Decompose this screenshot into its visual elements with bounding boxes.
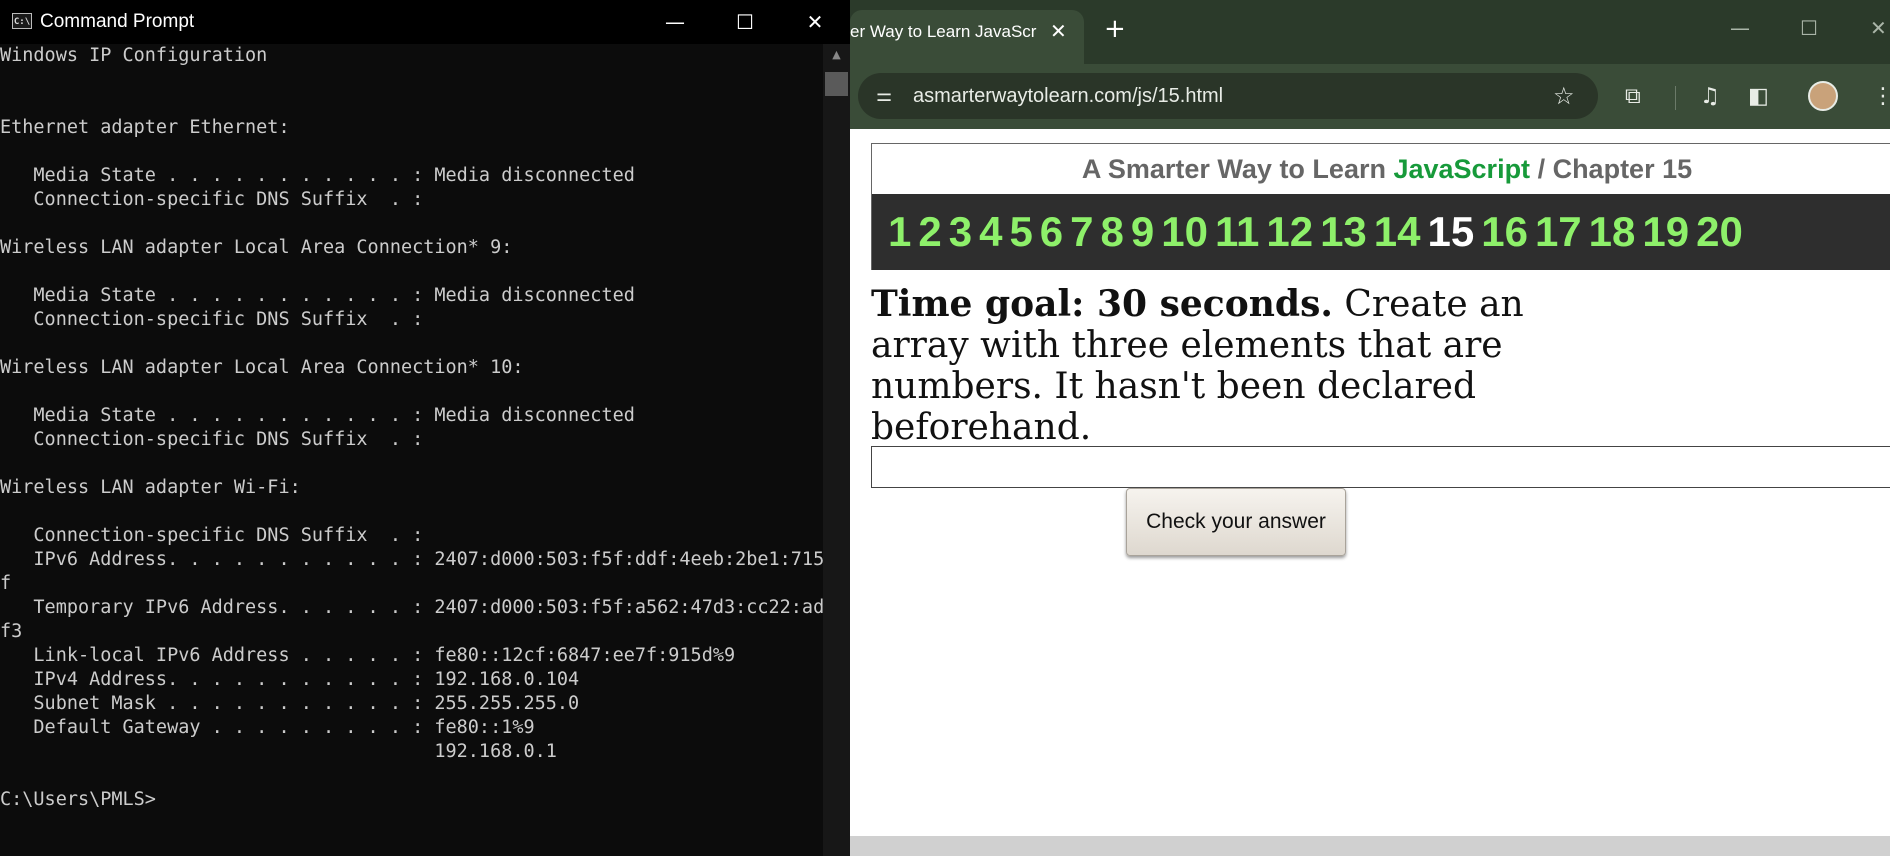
chapter-link-17[interactable]: 17 — [1535, 194, 1582, 270]
chrome-close-button[interactable]: ✕ — [1870, 16, 1887, 40]
cmd-line: IPv4 Address. . . . . . . . . . . : 192.… — [0, 669, 580, 690]
cmd-window-title: Command Prompt — [40, 11, 195, 32]
cmd-line: Windows IP Configuration — [0, 45, 268, 66]
chapter-link-12[interactable]: 12 — [1266, 194, 1313, 270]
cmd-line — [0, 764, 820, 788]
new-tab-button[interactable]: + — [1104, 14, 1126, 44]
cmd-line: Temporary IPv6 Address. . . . . . : 2407… — [0, 597, 825, 618]
side-panel-icon[interactable]: ◧ — [1748, 84, 1769, 109]
chapter-link-13[interactable]: 13 — [1320, 194, 1367, 270]
cmd-line: Link-local IPv6 Address . . . . . : fe80… — [0, 645, 736, 666]
cmd-scrollbar[interactable]: ▲ — [823, 44, 850, 856]
check-answer-button[interactable]: Check your answer — [1126, 488, 1346, 556]
profile-avatar[interactable] — [1808, 81, 1838, 111]
chapter-link-8[interactable]: 8 — [1101, 194, 1124, 270]
cmd-line — [0, 380, 820, 404]
tab-strip: er Way to Learn JavaScr ✕ + — ☐ ✕ — [850, 0, 1890, 64]
answer-input[interactable] — [871, 446, 1890, 488]
chapter-link-14[interactable]: 14 — [1374, 194, 1421, 270]
page-header: A Smarter Way to Learn JavaScript / Chap… — [871, 143, 1890, 270]
cmd-line: Wireless LAN adapter Wi-Fi: — [0, 477, 301, 498]
chapter-link-2[interactable]: 2 — [918, 194, 941, 270]
cmd-line: Connection-specific DNS Suffix . : — [0, 429, 424, 450]
cmd-line: 192.168.0.1 — [0, 741, 557, 762]
chapter-nav: 1 2 3 4 5 6 7 8 9 10 11 12 13 14 15 16 17 18 19 20 — [872, 194, 1890, 270]
chapter-link-9[interactable]: 9 — [1131, 194, 1154, 270]
tab-title: er Way to Learn JavaScr — [850, 22, 1037, 41]
web-page: A Smarter Way to Learn JavaScript / Chap… — [850, 129, 1890, 856]
cmd-line — [0, 452, 820, 476]
chrome-window[interactable]: er Way to Learn JavaScr ✕ + — ☐ ✕ ⚌ asma… — [850, 0, 1890, 856]
cmd-line: Media State . . . . . . . . . . . : Medi… — [0, 165, 635, 186]
cmd-line: C:\Users\PMLS> — [0, 789, 156, 810]
cmd-app-icon: C:\ — [12, 13, 32, 29]
chapter-link-4[interactable]: 4 — [979, 194, 1002, 270]
chapter-link-11[interactable]: 11 — [1215, 194, 1259, 270]
chrome-maximize-button[interactable]: ☐ — [1800, 16, 1818, 40]
exercise-question: Time goal: 30 seconds. Create an array w… — [871, 283, 1571, 449]
browser-toolbar: ⚌ asmarterwaytolearn.com/js/15.html ☆ ⧉ … — [850, 64, 1890, 129]
scroll-up-arrow-icon[interactable]: ▲ — [823, 48, 850, 64]
chapter-link-5[interactable]: 5 — [1009, 194, 1032, 270]
chapter-link-20[interactable]: 20 — [1696, 194, 1743, 270]
chapter-link-15[interactable]: 15 — [1428, 194, 1475, 270]
cmd-line: Wireless LAN adapter Local Area Connecti… — [0, 357, 524, 378]
cmd-line: Connection-specific DNS Suffix . : — [0, 309, 424, 330]
command-prompt-window[interactable]: C:\ Command Prompt — ☐ ✕ Windows IP Conf… — [0, 0, 850, 856]
cmd-line: Wireless LAN adapter Local Area Connecti… — [0, 237, 513, 258]
cmd-line: Subnet Mask . . . . . . . . . . . : 255.… — [0, 693, 580, 714]
cmd-line: Default Gateway . . . . . . . . . : fe80… — [0, 717, 535, 738]
media-control-icon[interactable]: ♫ — [1700, 84, 1720, 109]
chrome-minimize-button[interactable]: — — [1730, 16, 1750, 40]
time-goal: Time goal: 30 seconds. — [871, 283, 1333, 325]
cmd-line — [0, 212, 820, 236]
cmd-line — [0, 260, 820, 284]
chapter-link-6[interactable]: 6 — [1040, 194, 1063, 270]
cmd-line — [0, 140, 820, 164]
cmd-line: IPv6 Address. . . . . . . . . . . : 2407… — [0, 549, 825, 570]
url-text[interactable]: asmarterwaytolearn.com/js/15.html — [913, 85, 1223, 108]
chrome-menu-icon[interactable]: ⋮ — [1872, 84, 1890, 109]
chapter-link-10[interactable]: 10 — [1161, 194, 1208, 270]
toolbar-divider — [1675, 86, 1676, 110]
cmd-maximize-button[interactable]: ☐ — [710, 0, 780, 44]
cmd-line: f3 — [0, 621, 23, 642]
cmd-line — [0, 92, 820, 116]
browser-tab[interactable]: er Way to Learn JavaScr ✕ — [850, 10, 1084, 64]
cmd-line: Connection-specific DNS Suffix . : — [0, 525, 424, 546]
site-info-icon[interactable]: ⚌ — [876, 85, 900, 107]
cmd-line: Connection-specific DNS Suffix . : — [0, 189, 424, 210]
brand-link[interactable]: JavaScript — [1393, 154, 1530, 184]
title-prefix: A Smarter Way to Learn — [1081, 154, 1394, 184]
chapter-link-3[interactable]: 3 — [949, 194, 972, 270]
cmd-line: Media State . . . . . . . . . . . : Medi… — [0, 285, 635, 306]
cmd-scroll-thumb[interactable] — [825, 72, 848, 96]
chapter-link-18[interactable]: 18 — [1589, 194, 1636, 270]
cmd-minimize-button[interactable]: — — [640, 0, 710, 44]
cmd-line — [0, 68, 820, 92]
page-title: A Smarter Way to Learn JavaScript / Chap… — [872, 144, 1890, 194]
cmd-line — [0, 332, 820, 356]
cmd-titlebar[interactable]: C:\ Command Prompt — ☐ ✕ — [0, 0, 850, 44]
horizontal-scrollbar[interactable] — [850, 836, 1890, 856]
chapter-label: / Chapter 15 — [1530, 154, 1693, 184]
tab-close-icon[interactable]: ✕ — [1050, 19, 1067, 43]
address-bar[interactable]: ⚌ asmarterwaytolearn.com/js/15.html ☆ — [858, 73, 1598, 119]
cmd-output[interactable]: Windows IP Configuration Ethernet adapter… — [0, 44, 825, 812]
chapter-link-7[interactable]: 7 — [1070, 194, 1093, 270]
cmd-line — [0, 500, 820, 524]
bookmark-star-icon[interactable]: ☆ — [1553, 82, 1575, 110]
cmd-line: Media State . . . . . . . . . . . : Medi… — [0, 405, 635, 426]
cmd-line: Ethernet adapter Ethernet: — [0, 117, 290, 138]
chapter-link-16[interactable]: 16 — [1481, 194, 1528, 270]
cmd-close-button[interactable]: ✕ — [780, 0, 850, 44]
chapter-link-19[interactable]: 19 — [1642, 194, 1689, 270]
extensions-icon[interactable]: ⧉ — [1625, 84, 1641, 109]
chapter-link-1[interactable]: 1 — [888, 194, 911, 270]
cmd-line: f — [0, 573, 12, 594]
